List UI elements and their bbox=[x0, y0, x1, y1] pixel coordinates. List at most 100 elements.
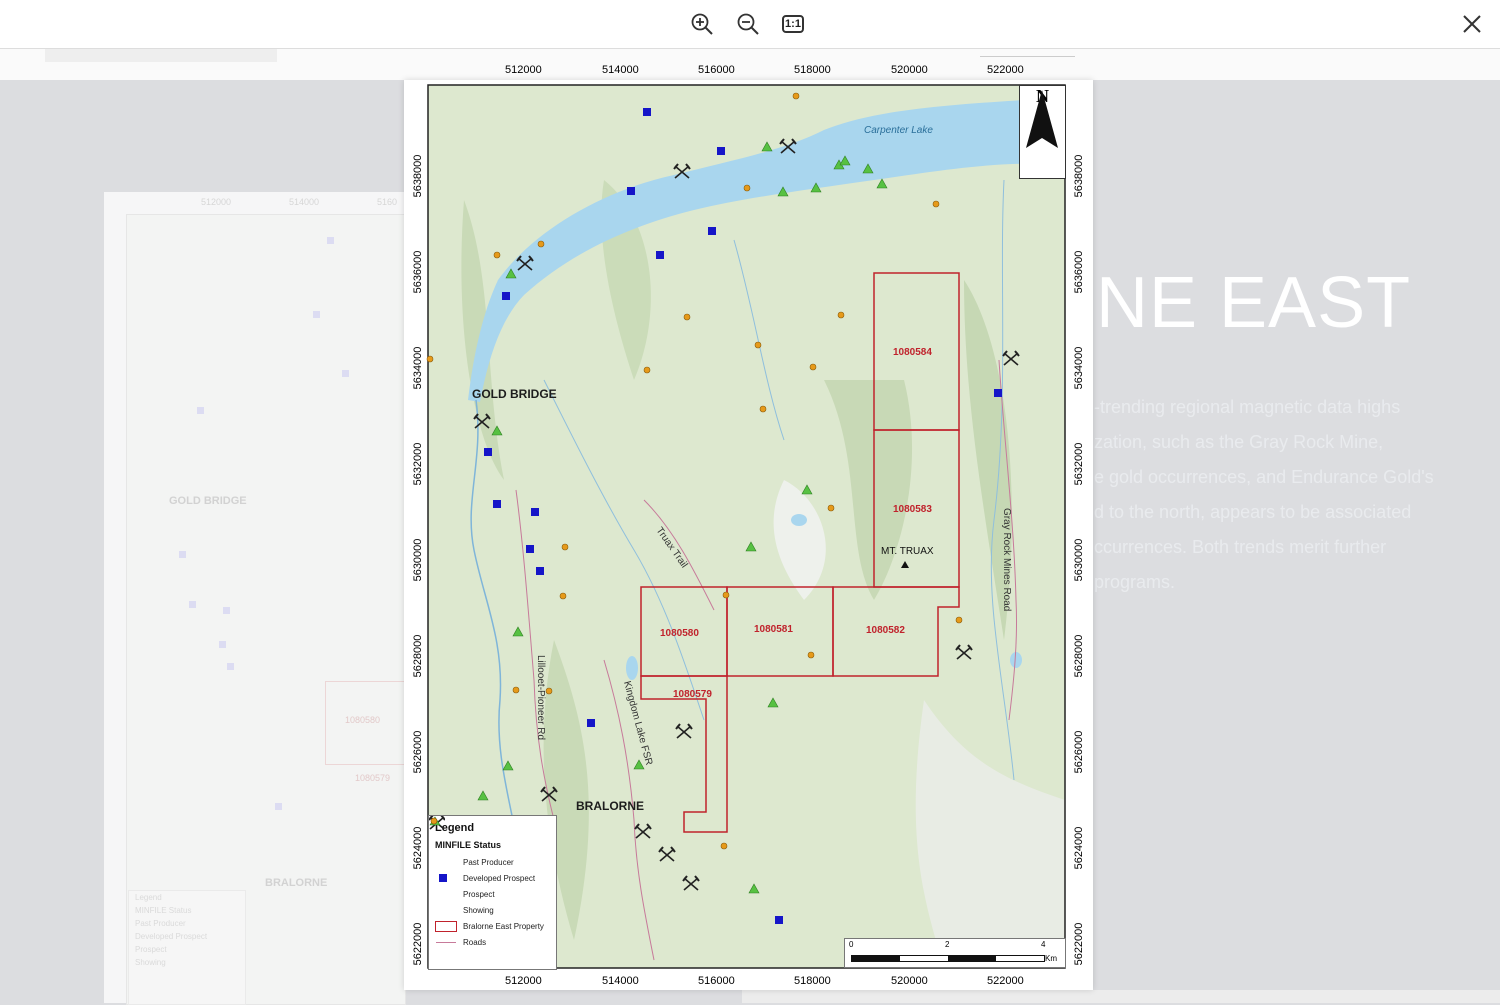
claim-label: 1080579 bbox=[673, 689, 712, 700]
small-lake bbox=[791, 514, 807, 526]
ghost-marker bbox=[179, 551, 186, 558]
property-map-image[interactable]: 1080584 1080583 1080580 1080581 1080582 … bbox=[404, 64, 1093, 990]
developed-prospect-marker bbox=[502, 292, 510, 300]
ghost-legend-item: Developed Prospect bbox=[135, 932, 208, 941]
developed-prospect-marker bbox=[493, 500, 501, 508]
scale-tick: 0 bbox=[849, 940, 854, 949]
legend-subtitle: MINFILE Status bbox=[435, 840, 502, 850]
zoom-in-icon bbox=[691, 13, 713, 35]
developed-prospect-marker bbox=[717, 147, 725, 155]
actual-size-icon: 1:1 bbox=[782, 15, 804, 33]
ghost-gold-bridge: GOLD BRIDGE bbox=[169, 495, 247, 507]
small-lake bbox=[626, 656, 638, 680]
developed-prospect-icon bbox=[439, 874, 447, 882]
showing-marker bbox=[837, 311, 845, 319]
y-tick-right: 5628000 bbox=[1073, 634, 1085, 678]
showing-marker bbox=[720, 842, 728, 850]
road-label-gray-rock: Gray Rock Mines Road bbox=[1001, 508, 1012, 611]
x-tick-bottom: 520000 bbox=[891, 975, 928, 987]
close-icon bbox=[1463, 15, 1481, 33]
north-arrow: N bbox=[1019, 85, 1066, 179]
scale-unit: Km bbox=[1045, 954, 1057, 963]
showing-marker bbox=[722, 591, 730, 599]
developed-prospect-marker bbox=[587, 719, 595, 727]
x-tick-bottom: 522000 bbox=[987, 975, 1024, 987]
paragraph-line: e gold occurrences, and Endurance Gold's bbox=[1094, 467, 1434, 487]
x-tick-bottom: 518000 bbox=[794, 975, 831, 987]
claim-label: 1080582 bbox=[866, 625, 905, 636]
scale-tick: 2 bbox=[945, 940, 950, 949]
y-tick-right: 5630000 bbox=[1073, 538, 1085, 582]
developed-prospect-marker bbox=[656, 251, 664, 259]
ghost-x-tick: 514000 bbox=[289, 197, 320, 207]
y-tick-right: 5638000 bbox=[1073, 154, 1085, 198]
developed-prospect-marker bbox=[531, 508, 539, 516]
scale-tick: 4 bbox=[1041, 940, 1046, 949]
road-label-lillooet: Lillooet-Pioneer Rd bbox=[535, 655, 546, 740]
legend-label: Roads bbox=[463, 937, 487, 947]
x-tick-top: 522000 bbox=[987, 64, 1024, 76]
close-button[interactable] bbox=[1460, 12, 1484, 36]
legend-label: Bralorne East Property bbox=[463, 921, 544, 931]
legend-label: Past Producer bbox=[463, 857, 514, 867]
scale-bar: 0 2 4 Km bbox=[844, 938, 1066, 968]
ghost-x-tick: 512000 bbox=[201, 197, 232, 207]
showing-marker bbox=[561, 543, 569, 551]
map-legend: Legend MINFILE Status Past Producer Deve… bbox=[428, 815, 557, 970]
background-heading: NE EAST bbox=[1096, 263, 1412, 343]
x-tick-bottom: 514000 bbox=[602, 975, 639, 987]
road-icon bbox=[436, 941, 456, 943]
x-tick-top: 516000 bbox=[698, 64, 735, 76]
lake-label: Carpenter Lake bbox=[864, 125, 933, 136]
showing-marker bbox=[754, 341, 762, 349]
ghost-claim: 1080579 bbox=[355, 773, 391, 783]
legend-item: Developed Prospect bbox=[429, 870, 556, 886]
ghost-marker bbox=[342, 370, 349, 377]
zoom-out-icon bbox=[737, 13, 759, 35]
small-lake bbox=[1010, 652, 1022, 668]
background-divider bbox=[980, 56, 1075, 57]
ghost-x-tick: 5160 bbox=[377, 197, 398, 207]
ghost-claim-outline bbox=[325, 681, 407, 765]
x-tick-top: 520000 bbox=[891, 64, 928, 76]
y-tick-left: 5624000 bbox=[412, 826, 424, 870]
ghost-marker bbox=[327, 237, 334, 244]
y-tick-left: 5638000 bbox=[412, 154, 424, 198]
legend-title: Legend bbox=[435, 822, 475, 834]
showing-marker bbox=[792, 92, 800, 100]
showing-marker bbox=[545, 687, 553, 695]
showing-marker bbox=[512, 686, 520, 694]
ghost-marker bbox=[227, 663, 234, 670]
paragraph-line: -trending regional magnetic data highs bbox=[1094, 397, 1401, 417]
scale-graphic bbox=[851, 955, 1045, 962]
y-tick-left: 5622000 bbox=[412, 922, 424, 966]
legend-item: Showing bbox=[429, 817, 556, 918]
y-tick-right: 5622000 bbox=[1073, 922, 1085, 966]
developed-prospect-marker bbox=[484, 448, 492, 456]
x-tick-top: 514000 bbox=[602, 64, 639, 76]
developed-prospect-marker bbox=[994, 389, 1002, 397]
property-boundary-icon bbox=[435, 920, 457, 932]
zoom-in-button[interactable] bbox=[688, 10, 716, 38]
ghost-marker bbox=[223, 607, 230, 614]
showing-marker bbox=[559, 592, 567, 600]
paragraph-line: zation, such as the Gray Rock Mine, bbox=[1094, 432, 1384, 452]
y-tick-left: 5634000 bbox=[412, 346, 424, 390]
legend-item: Bralorne East Property bbox=[429, 918, 556, 934]
developed-prospect-marker bbox=[536, 567, 544, 575]
ghost-legend-item: Prospect bbox=[135, 945, 167, 954]
ghost-bralorne: BRALORNE bbox=[265, 877, 328, 889]
showing-marker bbox=[743, 184, 751, 192]
ghost-marker bbox=[189, 601, 196, 608]
actual-size-button[interactable]: 1:1 bbox=[779, 10, 807, 38]
ghost-legend-title: Legend bbox=[135, 893, 162, 902]
developed-prospect-marker bbox=[643, 108, 651, 116]
ghost-legend-sub: MINFILE Status bbox=[135, 906, 192, 915]
showing-marker bbox=[683, 313, 691, 321]
y-tick-right: 5626000 bbox=[1073, 730, 1085, 774]
zoom-out-button[interactable] bbox=[734, 10, 762, 38]
showing-marker bbox=[807, 651, 815, 659]
image-viewer-toolbar: 1:1 bbox=[0, 0, 1500, 49]
x-tick-top: 512000 bbox=[505, 64, 542, 76]
claim-label: 1080584 bbox=[893, 347, 932, 358]
